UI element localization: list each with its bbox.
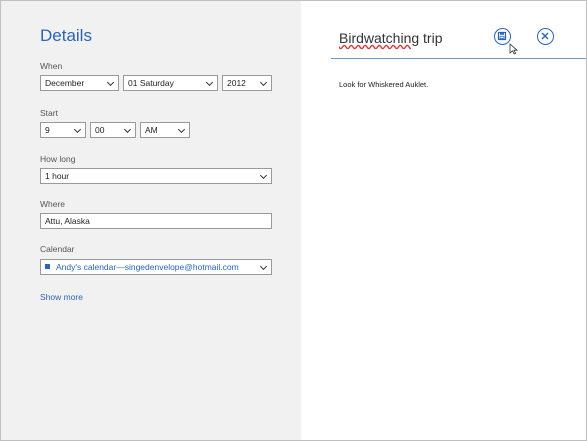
chevron-down-icon	[123, 125, 132, 134]
hour-select[interactable]: 9	[40, 122, 86, 138]
when-label: When	[40, 61, 63, 71]
where-input[interactable]: Attu, Alaska	[40, 213, 272, 229]
save-icon	[497, 31, 507, 41]
chevron-down-icon	[259, 262, 268, 271]
event-notes[interactable]: Look for Whiskered Auklet.	[339, 80, 428, 89]
close-button[interactable]	[537, 28, 554, 45]
where-value: Attu, Alaska	[45, 216, 90, 226]
duration-select[interactable]: 1 hour	[40, 168, 272, 184]
show-more-link[interactable]: Show more	[40, 292, 83, 302]
how-long-label: How long	[40, 154, 76, 164]
details-title: Details	[40, 26, 92, 45]
minute-select[interactable]: 00	[90, 122, 136, 138]
hour-value: 9	[45, 125, 50, 135]
year-select[interactable]: 2012	[222, 75, 272, 91]
calendar-label: Calendar	[40, 244, 75, 254]
duration-value: 1 hour	[45, 171, 70, 181]
month-value: December	[45, 78, 85, 88]
event-title-field[interactable]: Birdwatching trip	[339, 30, 443, 46]
title-divider	[331, 58, 586, 59]
chevron-down-icon	[73, 125, 82, 134]
chevron-down-icon	[205, 78, 214, 87]
event-panel: Birdwatching trip Look for Whiskered Auk…	[301, 1, 586, 440]
day-value: 01 Saturday	[128, 78, 174, 88]
minute-value: 00	[95, 125, 105, 135]
mouse-pointer-icon	[509, 43, 518, 55]
chevron-down-icon	[259, 171, 268, 180]
start-label: Start	[40, 108, 58, 118]
event-title-word: trip	[423, 30, 443, 46]
app-window: Details When December 01 Saturday 2012 S…	[0, 0, 587, 441]
chevron-down-icon	[259, 78, 268, 87]
chevron-down-icon	[106, 78, 115, 87]
where-label: Where	[40, 199, 66, 209]
event-title-word: Birdwatching	[339, 30, 420, 46]
close-icon	[541, 32, 549, 40]
chevron-down-icon	[177, 125, 186, 134]
ampm-value: AM	[145, 125, 158, 135]
month-select[interactable]: December	[40, 75, 119, 91]
year-value: 2012	[227, 78, 246, 88]
day-select[interactable]: 01 Saturday	[123, 75, 218, 91]
ampm-select[interactable]: AM	[140, 122, 190, 138]
calendar-value: Andy's calendar—singedenvelope@hotmail.c…	[56, 262, 239, 272]
calendar-color-swatch	[45, 264, 50, 269]
details-panel: Details When December 01 Saturday 2012 S…	[1, 1, 301, 440]
calendar-select[interactable]: Andy's calendar—singedenvelope@hotmail.c…	[40, 259, 272, 275]
